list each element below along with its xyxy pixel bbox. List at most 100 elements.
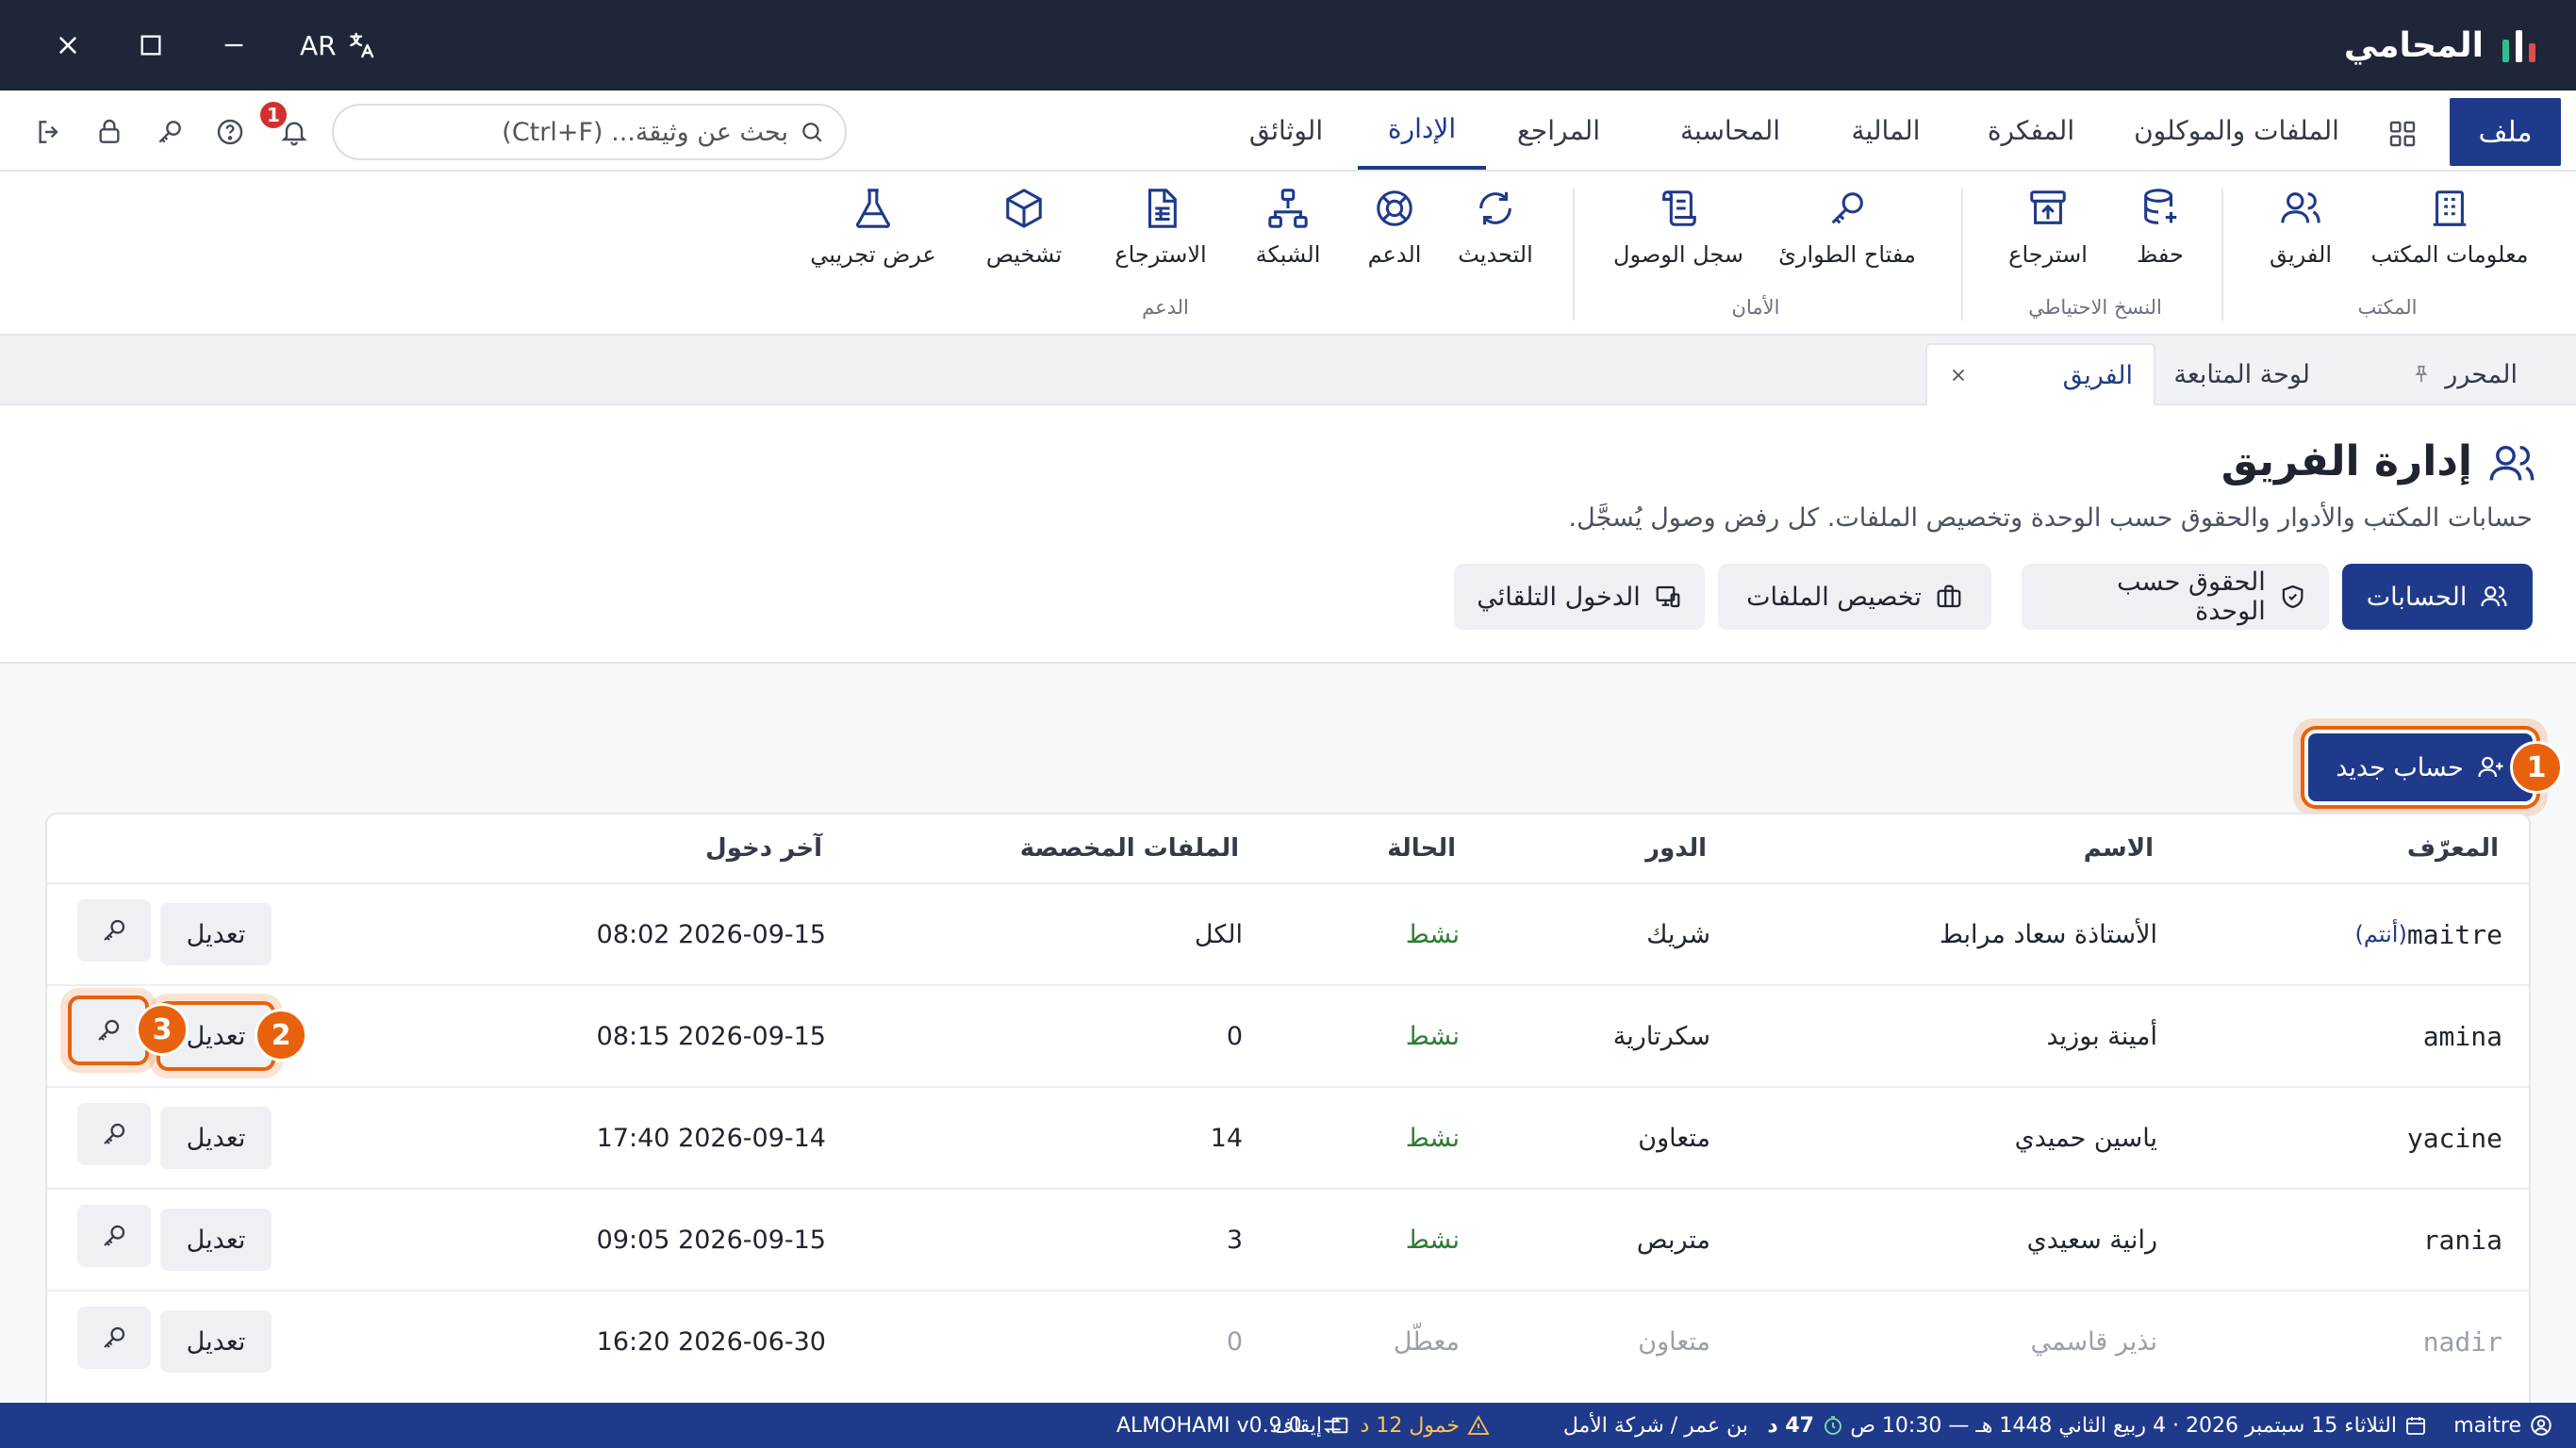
edit-button[interactable]: تعديل xyxy=(160,1209,272,1271)
search-box[interactable] xyxy=(332,104,847,160)
logout-icon[interactable] xyxy=(30,113,68,151)
cell-role: متعاون xyxy=(1638,1123,1710,1153)
backup-restore-button[interactable]: استرجاع xyxy=(1991,187,2105,290)
subtab-file-assignment[interactable]: تخصيص الملفات xyxy=(1718,564,1991,630)
edit-button[interactable]: تعديل xyxy=(160,903,272,965)
doctab-dashboard-label: لوحة المتابعة xyxy=(2173,359,2310,389)
sync-icon[interactable] xyxy=(1320,1403,1345,1448)
reset-password-button[interactable] xyxy=(77,1205,151,1267)
office-info-label: معلومات المكتب xyxy=(2370,241,2529,268)
cell-status: نشط xyxy=(1405,1225,1460,1255)
tab-agenda[interactable]: المفكرة xyxy=(1965,90,2097,170)
shield-check-icon xyxy=(2282,584,2304,609)
emergency-key-label: مفتاح الطوارئ xyxy=(1778,241,1916,268)
status-user[interactable]: maitre xyxy=(2453,1403,2553,1448)
doctab-editor[interactable]: المحرر xyxy=(2390,343,2538,405)
new-account-button[interactable]: حساب جديد xyxy=(2308,733,2533,801)
close-tab-icon[interactable] xyxy=(1948,365,1969,386)
spreadsheet-icon xyxy=(1148,189,1177,228)
cell-role: شريك xyxy=(1646,919,1710,949)
file-menu-button[interactable]: ملف xyxy=(2450,98,2561,166)
header-name: الاسم xyxy=(2083,834,2154,863)
reset-password-button[interactable] xyxy=(77,1307,151,1369)
users-icon xyxy=(2281,192,2320,223)
account-id: yacine xyxy=(2406,1122,2502,1154)
support-button[interactable]: الدعم xyxy=(1352,187,1437,290)
search-input[interactable] xyxy=(355,117,788,147)
cell-name: الأستاذة سعاد مرابط xyxy=(1939,919,2157,949)
main-content: إدارة الفريق حسابات المكتب والأدوار والح… xyxy=(0,405,2576,1425)
key-icon xyxy=(104,1123,125,1144)
app-version: ALMOHAMI v0.9.0 xyxy=(1116,1413,1302,1438)
cell-status: نشط xyxy=(1405,1021,1460,1051)
reset-password-button[interactable] xyxy=(72,999,145,1061)
reset-password-button[interactable] xyxy=(77,899,151,962)
network-icon xyxy=(1268,189,1308,228)
emergency-key-button[interactable]: مفتاح الطوارئ xyxy=(1767,187,1927,290)
diagnostics-button[interactable]: تشخيص xyxy=(967,187,1081,290)
support-label: الدعم xyxy=(1367,241,1422,268)
tab-finance[interactable]: المالية xyxy=(1829,90,1942,170)
table-row: amina أمينة بوزيد سكرتارية نشط 0 2026-09… xyxy=(47,984,2529,1086)
tab-files-clients[interactable]: الملفات والموكلون xyxy=(2120,90,2353,170)
subtab-auto-login[interactable]: الدخول التلقائي xyxy=(1454,564,1705,630)
callout-marker-3: 3 xyxy=(136,1003,189,1056)
database-save-icon xyxy=(2144,189,2177,224)
callout-marker-2: 2 xyxy=(255,1009,307,1061)
subtab-accounts[interactable]: الحسابات xyxy=(2342,564,2533,630)
maximize-button[interactable] xyxy=(124,19,177,72)
ribbon-group-backup: النسخ الاحتياطي xyxy=(2028,296,2162,319)
reset-password-button[interactable] xyxy=(77,1103,151,1165)
doctab-dashboard[interactable]: لوحة المتابعة xyxy=(2153,343,2331,405)
cell-name: رانية سعيدي xyxy=(2026,1225,2157,1255)
status-date-text: الثلاثاء 15 سبتمبر 2026 · 4 ربيع الثاني … xyxy=(1850,1413,2397,1438)
cell-name: أمينة بوزيد xyxy=(2046,1021,2157,1051)
tab-accounting[interactable]: المحاسبة xyxy=(1650,90,1810,170)
cell-last-login: 2026-09-15 09:05 xyxy=(596,1225,826,1255)
recovery-button[interactable]: الاسترجاع xyxy=(1090,187,1231,290)
ribbon-separator xyxy=(1961,189,1963,321)
key-icon xyxy=(104,919,125,941)
network-button[interactable]: الشبكة xyxy=(1241,187,1335,290)
translate-icon xyxy=(346,30,376,60)
cell-role: متربص xyxy=(1636,1225,1710,1255)
lock-icon[interactable] xyxy=(91,113,128,151)
emergency-key-icon xyxy=(1831,192,1863,224)
tab-documents[interactable]: الوثائق xyxy=(1222,90,1350,170)
demo-button[interactable]: عرض تجريبي xyxy=(788,187,958,290)
key-icon[interactable] xyxy=(151,113,189,151)
subtab-auto-login-label: الدخول التلقائي xyxy=(1477,582,1641,612)
office-info-button[interactable]: معلومات المكتب xyxy=(2365,187,2535,290)
status-idle-text: خمول 12 د xyxy=(1360,1413,1460,1438)
pin-icon[interactable] xyxy=(2411,364,2432,385)
table-row: rania رانية سعيدي متربص نشط 3 2026-09-15… xyxy=(47,1188,2529,1290)
user-circle-icon xyxy=(2531,1415,2551,1436)
minimize-button[interactable] xyxy=(207,19,260,72)
close-window-button[interactable] xyxy=(41,19,94,72)
team-button[interactable]: الفريق xyxy=(2254,187,2348,290)
language-switch[interactable]: AR xyxy=(300,25,376,66)
help-icon[interactable] xyxy=(211,113,249,151)
status-timer[interactable]: 47 د xyxy=(1767,1403,1844,1448)
apps-grid-icon[interactable] xyxy=(2384,115,2421,153)
callout-marker-1: 1 xyxy=(2510,741,2563,794)
access-log-button[interactable]: سجل الوصول xyxy=(1603,187,1754,290)
doctab-team[interactable]: الفريق xyxy=(1925,343,2155,405)
backup-save-button[interactable]: حفظ xyxy=(2118,187,2203,290)
account-id: amina xyxy=(2422,1020,2502,1052)
edit-button[interactable]: تعديل xyxy=(160,1310,272,1373)
edit-button[interactable]: تعديل xyxy=(160,1107,272,1169)
cell-role: سكرتارية xyxy=(1612,1021,1710,1051)
cell-last-login: 2026-09-15 08:02 xyxy=(596,919,826,949)
page-title: إدارة الفريق xyxy=(2221,437,2472,485)
current-user-tag: (أنتم) xyxy=(2354,921,2407,947)
cell-last-login: 2026-09-15 08:15 xyxy=(596,1021,826,1051)
update-button[interactable]: التحديث xyxy=(1448,187,1543,290)
cell-id: maitre (أنتم) xyxy=(2340,884,2502,984)
cell-status: معطّل xyxy=(1393,1326,1460,1357)
tab-administration[interactable]: الإدارة xyxy=(1358,90,1486,170)
subtab-rights-by-module[interactable]: الحقوق حسب الوحدة xyxy=(2022,564,2329,630)
tab-references[interactable]: المراجع xyxy=(1488,90,1629,170)
ribbon-group-support: الدعم xyxy=(1142,296,1189,319)
timer-icon xyxy=(1825,1416,1841,1435)
